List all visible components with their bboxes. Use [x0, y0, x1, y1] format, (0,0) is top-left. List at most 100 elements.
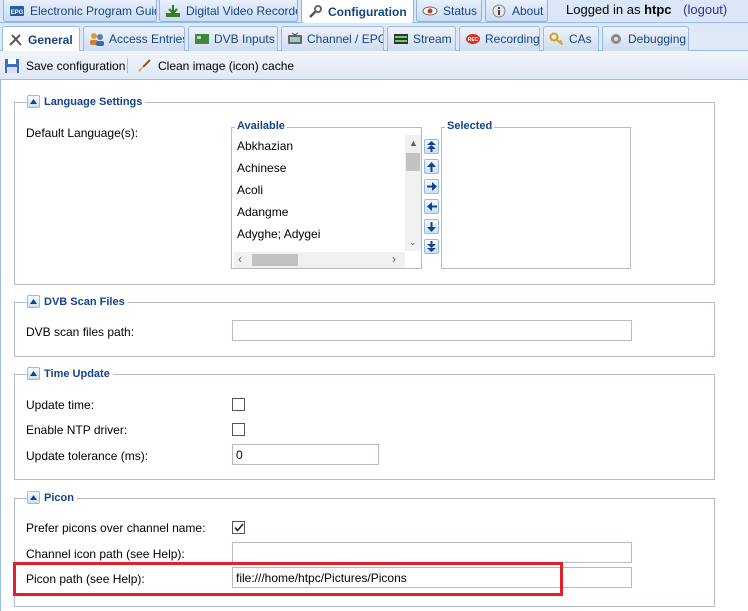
epg-icon: EPG	[10, 5, 24, 16]
key-icon	[549, 32, 564, 46]
collapse-picon-button[interactable]	[27, 491, 40, 504]
tab-dvr-label: Digital Video Recorder	[186, 3, 298, 18]
login-status: Logged in as htpc (logout)	[566, 0, 727, 22]
download-icon	[166, 4, 180, 17]
list-item[interactable]: Abkhazian	[234, 135, 421, 157]
tab-configuration[interactable]: Configuration	[301, 0, 414, 23]
enable-ntp-label: Enable NTP driver:	[26, 423, 128, 437]
save-configuration-button[interactable]: Save configuration	[4, 56, 125, 76]
prefer-picons-label: Prefer picons over channel name:	[26, 521, 206, 535]
caret-up-icon	[30, 371, 37, 376]
move-top-button[interactable]	[424, 139, 439, 154]
tab-epg[interactable]: EPG Electronic Program Guide	[3, 0, 157, 22]
subtab-channel-epg-label: Channel / EPG	[307, 32, 384, 46]
picon-path-label: Picon path (see Help):	[26, 572, 145, 586]
users-icon	[90, 33, 104, 46]
scroll-up-icon[interactable]: ▲	[409, 138, 418, 148]
tools-icon	[9, 33, 22, 46]
tab-about-label: About	[512, 3, 544, 18]
time-update-title: Time Update	[44, 367, 110, 380]
language-settings-title: Language Settings	[44, 95, 143, 108]
subtab-recording-label: Recording	[485, 32, 540, 46]
svg-text:EPG: EPG	[11, 10, 24, 16]
tab-status-label: Status	[443, 3, 478, 18]
collapse-language-button[interactable]	[27, 95, 40, 108]
subtab-channel-epg[interactable]: Channel / EPG	[281, 26, 384, 51]
update-tolerance-input[interactable]	[232, 444, 379, 465]
collapse-dvb-button[interactable]	[27, 295, 40, 308]
language-settings-legend: Language Settings	[27, 95, 146, 108]
list-item[interactable]: Adangme	[234, 201, 421, 223]
vertical-scroll-thumb[interactable]	[406, 153, 420, 171]
horizontal-scrollbar[interactable]: ‹ ›	[234, 252, 405, 268]
scroll-left-icon[interactable]: ‹	[238, 253, 242, 265]
tv-icon	[288, 32, 302, 44]
main-tab-bar: EPG Electronic Program Guide Digital Vid…	[0, 0, 748, 23]
subtab-stream[interactable]: Stream	[387, 26, 456, 51]
stream-icon	[394, 34, 408, 44]
caret-up-icon	[30, 495, 37, 500]
list-item[interactable]: Achinese	[234, 157, 421, 179]
channel-icon-path-input[interactable]	[232, 542, 632, 563]
arrow-left-icon	[426, 202, 437, 211]
selected-languages-list[interactable]: Selected	[441, 120, 631, 269]
move-up-button[interactable]	[424, 159, 439, 174]
picon-title: Picon	[44, 491, 74, 504]
horizontal-scroll-thumb[interactable]	[252, 254, 298, 266]
subtab-general[interactable]: General	[2, 26, 80, 52]
update-time-checkbox[interactable]	[232, 398, 245, 411]
subtab-dvb-inputs[interactable]: DVB Inputs	[188, 26, 278, 51]
tab-about[interactable]: About	[485, 0, 548, 22]
subtab-dvb-inputs-label: DVB Inputs	[214, 32, 275, 46]
subtab-access-entries-label: Access Entries	[109, 32, 185, 46]
available-languages-list[interactable]: Available Abkhazian Achinese Acoli Adang…	[231, 120, 422, 269]
tab-status[interactable]: Status	[416, 0, 482, 22]
remove-language-button[interactable]	[424, 199, 439, 214]
default-language-label: Default Language(s):	[26, 126, 139, 140]
card-icon	[195, 34, 209, 44]
config-tab-bar: General Access Entries DVB Inputs Channe…	[0, 23, 748, 52]
caret-up-icon	[30, 99, 37, 104]
toolbar: Save configuration Clean image (icon) ca…	[0, 51, 748, 80]
list-item[interactable]: Acoli	[234, 179, 421, 201]
clean-icon-cache-label: Clean image (icon) cache	[158, 59, 295, 73]
enable-ntp-checkbox[interactable]	[232, 423, 245, 436]
scroll-right-icon[interactable]: ›	[392, 253, 396, 265]
dvb-scan-path-input[interactable]	[232, 320, 632, 341]
collapse-time-button[interactable]	[27, 367, 40, 380]
save-configuration-label: Save configuration	[26, 59, 126, 73]
scroll-down-icon[interactable]: ⌄	[409, 237, 417, 247]
move-down-button[interactable]	[424, 219, 439, 234]
list-item[interactable]: Adyghe; Adygei	[234, 223, 421, 245]
tab-configuration-label: Configuration	[328, 4, 407, 19]
channel-icon-path-label: Channel icon path (see Help):	[26, 547, 185, 561]
wrench-icon	[309, 4, 322, 18]
picon-path-input[interactable]	[232, 567, 632, 588]
subtab-cas[interactable]: CAs	[543, 26, 599, 51]
tab-epg-label: Electronic Program Guide	[30, 3, 157, 18]
prefer-picons-checkbox[interactable]	[232, 521, 245, 534]
available-list-items[interactable]: Abkhazian Achinese Acoli Adangme Adyghe;…	[234, 135, 421, 268]
move-bottom-button[interactable]	[424, 239, 439, 254]
clean-icon-cache-button[interactable]: Clean image (icon) cache	[136, 56, 294, 76]
subtab-recording[interactable]: REC Recording	[459, 26, 540, 51]
eye-icon	[422, 6, 438, 15]
logout-link[interactable]: (logout)	[683, 2, 727, 17]
vertical-scrollbar[interactable]: ▲ ⌄	[405, 135, 421, 251]
picon-legend: Picon	[27, 491, 77, 504]
login-user: htpc	[644, 2, 672, 17]
subtab-access-entries[interactable]: Access Entries	[83, 26, 185, 51]
debug-icon	[611, 34, 621, 44]
save-icon	[5, 59, 19, 73]
arrow-right-icon	[426, 182, 437, 191]
broom-icon	[138, 59, 151, 72]
picon-section: Picon Prefer picons over channel name: C…	[14, 491, 715, 607]
tab-dvr[interactable]: Digital Video Recorder	[159, 0, 298, 22]
subtab-general-label: General	[28, 32, 73, 47]
subtab-debugging[interactable]: Debugging	[602, 26, 689, 51]
double-arrow-up-icon	[427, 141, 436, 152]
available-title: Available	[235, 120, 287, 132]
add-language-button[interactable]	[424, 179, 439, 194]
caret-up-icon	[30, 299, 37, 304]
check-icon	[233, 523, 244, 532]
